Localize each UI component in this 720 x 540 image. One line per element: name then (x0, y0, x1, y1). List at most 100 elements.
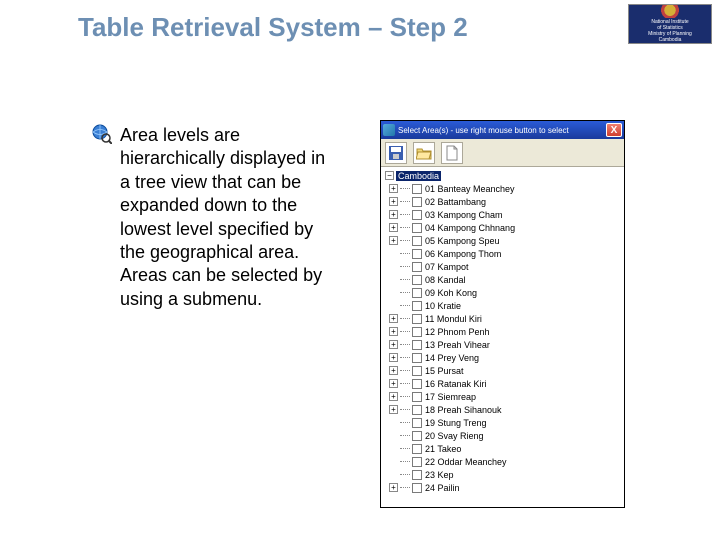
open-button[interactable] (413, 142, 435, 164)
tree-item[interactable]: 21 Takeo (385, 442, 620, 455)
floppy-icon (388, 145, 404, 161)
area-checkbox[interactable] (412, 223, 422, 233)
tree-item[interactable]: +02 Battambang (385, 195, 620, 208)
area-checkbox[interactable] (412, 275, 422, 285)
tree-item-label: 21 Takeo (425, 444, 461, 454)
plus-icon[interactable]: + (389, 184, 398, 193)
area-checkbox[interactable] (412, 236, 422, 246)
tree-item[interactable]: +14 Prey Veng (385, 351, 620, 364)
area-checkbox[interactable] (412, 405, 422, 415)
area-tree[interactable]: − Cambodia +01 Banteay Meanchey+02 Batta… (381, 167, 624, 507)
plus-icon[interactable]: + (389, 327, 398, 336)
area-checkbox[interactable] (412, 301, 422, 311)
plus-icon[interactable]: + (389, 223, 398, 232)
tree-connector (400, 266, 410, 267)
area-checkbox[interactable] (412, 210, 422, 220)
tree-item[interactable]: +01 Banteay Meanchey (385, 182, 620, 195)
dialog-titlebar[interactable]: Select Area(s) - use right mouse button … (381, 121, 624, 139)
plus-icon[interactable]: + (389, 314, 398, 323)
tree-item-label: 24 Pailin (425, 483, 460, 493)
tree-connector (400, 344, 410, 345)
area-checkbox[interactable] (412, 431, 422, 441)
plus-icon[interactable]: + (389, 236, 398, 245)
tree-connector (400, 279, 410, 280)
area-checkbox[interactable] (412, 483, 422, 493)
tree-item[interactable]: +15 Pursat (385, 364, 620, 377)
tree-connector (400, 370, 410, 371)
expander-placeholder (389, 301, 398, 310)
tree-connector (400, 240, 410, 241)
plus-icon[interactable]: + (389, 366, 398, 375)
tree-item[interactable]: 08 Kandal (385, 273, 620, 286)
area-checkbox[interactable] (412, 457, 422, 467)
tree-connector (400, 318, 410, 319)
plus-icon[interactable]: + (389, 405, 398, 414)
close-button[interactable]: X (606, 123, 622, 137)
tree-item-label: 19 Stung Treng (425, 418, 487, 428)
area-checkbox[interactable] (412, 444, 422, 454)
tree-item[interactable]: +11 Mondul Kiri (385, 312, 620, 325)
tree-item[interactable]: +04 Kampong Chhnang (385, 221, 620, 234)
save-button[interactable] (385, 142, 407, 164)
tree-item[interactable]: 09 Koh Kong (385, 286, 620, 299)
tree-item-label: 18 Preah Sihanouk (425, 405, 502, 415)
slide-body-text: Area levels are hierarchically displayed… (120, 124, 330, 311)
tree-item[interactable]: 07 Kampot (385, 260, 620, 273)
area-checkbox[interactable] (412, 314, 422, 324)
tree-connector (400, 461, 410, 462)
tree-item[interactable]: 19 Stung Treng (385, 416, 620, 429)
area-checkbox[interactable] (412, 288, 422, 298)
new-doc-icon (444, 145, 460, 161)
area-checkbox[interactable] (412, 262, 422, 272)
area-checkbox[interactable] (412, 327, 422, 337)
area-checkbox[interactable] (412, 184, 422, 194)
area-checkbox[interactable] (412, 353, 422, 363)
tree-item[interactable]: +13 Preah Vihear (385, 338, 620, 351)
tree-item[interactable]: +17 Siemreap (385, 390, 620, 403)
tree-item-label: 16 Ratanak Kiri (425, 379, 487, 389)
tree-root-item[interactable]: − Cambodia (385, 169, 620, 182)
tree-item[interactable]: +03 Kampong Cham (385, 208, 620, 221)
tree-item[interactable]: 10 Kratie (385, 299, 620, 312)
area-checkbox[interactable] (412, 470, 422, 480)
area-checkbox[interactable] (412, 418, 422, 428)
tree-connector (400, 292, 410, 293)
area-checkbox[interactable] (412, 340, 422, 350)
tree-item-label: 17 Siemreap (425, 392, 476, 402)
tree-item-label: 01 Banteay Meanchey (425, 184, 515, 194)
tree-item[interactable]: 23 Kep (385, 468, 620, 481)
plus-icon[interactable]: + (389, 197, 398, 206)
tree-item[interactable]: +12 Phnom Penh (385, 325, 620, 338)
plus-icon[interactable]: + (389, 210, 398, 219)
minus-icon[interactable]: − (385, 171, 394, 180)
plus-icon[interactable]: + (389, 483, 398, 492)
expander-placeholder (389, 431, 398, 440)
new-button[interactable] (441, 142, 463, 164)
area-checkbox[interactable] (412, 249, 422, 259)
area-checkbox[interactable] (412, 379, 422, 389)
area-checkbox[interactable] (412, 366, 422, 376)
tree-connector (400, 331, 410, 332)
logo-line4: Cambodia (659, 37, 682, 43)
tree-connector (400, 383, 410, 384)
tree-item-label: 13 Preah Vihear (425, 340, 490, 350)
tree-item[interactable]: 20 Svay Rieng (385, 429, 620, 442)
tree-item[interactable]: 06 Kampong Thom (385, 247, 620, 260)
tree-connector (400, 305, 410, 306)
tree-item[interactable]: 22 Oddar Meanchey (385, 455, 620, 468)
area-checkbox[interactable] (412, 197, 422, 207)
plus-icon[interactable]: + (389, 340, 398, 349)
tree-item[interactable]: +18 Preah Sihanouk (385, 403, 620, 416)
tree-root-label: Cambodia (396, 171, 441, 181)
plus-icon[interactable]: + (389, 353, 398, 362)
tree-item-label: 06 Kampong Thom (425, 249, 501, 259)
plus-icon[interactable]: + (389, 379, 398, 388)
institute-logo: National Institute of Statistics Ministr… (628, 4, 712, 44)
area-checkbox[interactable] (412, 392, 422, 402)
slide-title: Table Retrieval System – Step 2 (78, 12, 468, 43)
plus-icon[interactable]: + (389, 392, 398, 401)
tree-connector (400, 435, 410, 436)
tree-item[interactable]: +05 Kampong Speu (385, 234, 620, 247)
tree-item[interactable]: +24 Pailin (385, 481, 620, 494)
tree-item[interactable]: +16 Ratanak Kiri (385, 377, 620, 390)
